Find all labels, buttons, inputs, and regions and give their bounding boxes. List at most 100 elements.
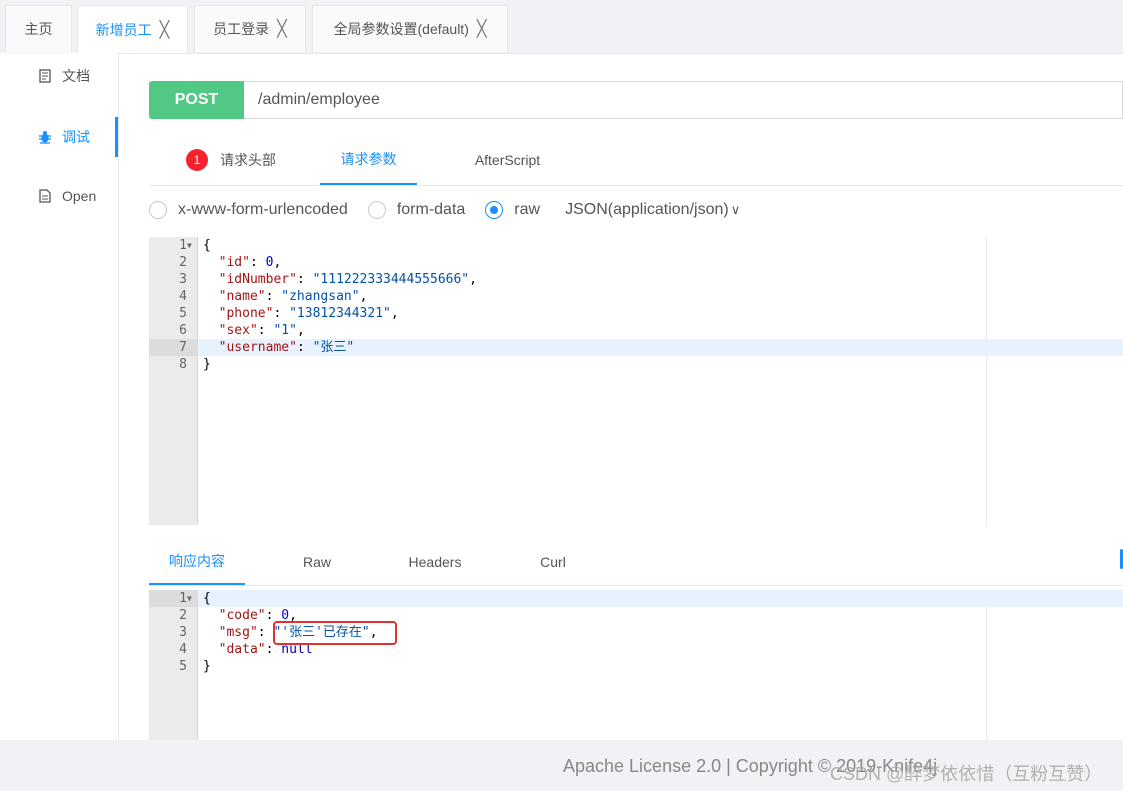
code-line: 6 "sex": "1", [149,322,1123,339]
code-line: 3 "idNumber": "111222333444555666", [149,271,1123,288]
line-number: 2 [179,608,187,623]
json-sep: : [265,289,282,304]
json-end: , [273,255,282,270]
json-end: , [359,289,368,304]
code-text: { [203,237,211,254]
request-tabs: 1 请求头部 请求参数 AfterScript [149,134,1123,186]
line-number: 5 [179,659,187,674]
radio-raw[interactable]: raw [485,201,540,219]
sidebar-item-open[interactable]: Open [0,176,118,216]
code-line: 5 "phone": "13812344321", [149,305,1123,322]
json-val: "111222333444555666" [312,272,470,287]
fold-arrow-icon[interactable]: ▼ [187,237,196,254]
line-number: 4 [179,289,187,304]
sidebar: 文档 调试 Open [0,53,119,740]
tab-bar: 主页 新增员工 ╳ 员工登录 ╳ 全局参数设置(default) ╳ [0,0,1123,54]
code-token: { [203,238,211,253]
code-text: } [203,658,211,675]
line-number: 6 [179,323,187,338]
code-line: 4 "name": "zhangsan", [149,288,1123,305]
tab-employee-login[interactable]: 员工登录 ╳ [194,5,306,52]
json-sep: : [249,255,266,270]
line-number: 8 [179,357,187,372]
request-body-editor[interactable]: 1 ▼{2 "id": 0, 3 "idNumber": "111222333444… [149,237,1123,525]
radio-circle-selected[interactable] [485,201,504,219]
code-text: } [203,356,211,373]
url-field[interactable]: /admin/employee [244,81,1123,119]
line-number: 3 [179,625,187,640]
code-text: "id": 0, [203,254,282,271]
json-sep: : [273,306,290,321]
json-val: "1" [273,323,297,338]
code-token: } [203,357,211,372]
sidebar-item-label: Open [62,188,97,204]
tab-label: AfterScript [474,151,541,168]
radio-label: form-data [396,201,466,218]
tab-request-headers[interactable]: 1 请求头部 [169,134,293,185]
content-type-select[interactable]: JSON(application/json) ∨ [565,201,740,219]
json-sep: : [257,625,274,640]
close-icon[interactable]: ╳ [477,19,487,39]
tab-label: 请求参数 [340,150,397,167]
radio-label: x-www-form-urlencoded [178,201,348,218]
code-text: "name": "zhangsan", [203,288,368,305]
json-key: "phone" [218,306,274,321]
tab-label: 全局参数设置(default) [333,21,469,37]
tab-label: 主页 [24,21,53,37]
tab-afterscript[interactable]: AfterScript [459,134,556,185]
document-icon [38,68,52,84]
tab-label: 响应内容 [169,552,225,569]
json-sep: : [296,340,313,355]
sidebar-item-docs[interactable]: 文档 [0,56,118,96]
highlight-annotation [273,621,397,645]
json-key: "code" [218,608,266,623]
close-icon[interactable]: ╳ [277,19,287,39]
tab-response-raw[interactable]: Raw [269,538,365,585]
json-key: "name" [218,289,266,304]
close-icon[interactable]: ╳ [160,20,170,40]
radio-form-data[interactable]: form-data [367,201,466,219]
radio-circle[interactable] [149,201,167,219]
code-line: 5} [149,658,1123,675]
sidebar-item-debug[interactable]: 调试 [0,117,118,157]
tab-response-content[interactable]: 响应内容 [149,538,245,585]
response-body-editor: 1 ▼{2 "code": 0, 3 "msg": "'张三'已存在", 4 "dat… [149,590,1123,740]
tab-label: Headers [408,553,462,570]
line-number: 4 [179,642,187,657]
code-token: } [203,659,211,674]
tab-global-params[interactable]: 全局参数设置(default) ╳ [312,5,508,52]
file-icon [38,188,52,204]
radio-urlencoded[interactable]: x-www-form-urlencoded [149,201,348,219]
json-key: "sex" [218,323,258,338]
tab-response-curl[interactable]: Curl [505,538,601,585]
code-line: 7 "username": "张三" [149,339,1123,356]
code-text: "phone": "13812344321", [203,305,399,322]
body-type-selector: x-www-form-urlencoded form-data raw JSON… [149,196,740,224]
code-text: "idNumber": "111222333444555666", [203,271,477,288]
line-number: 7 [149,339,198,356]
radio-circle[interactable] [367,201,386,219]
code-line: 2 "id": 0, [149,254,1123,271]
json-key: "username" [218,340,297,355]
code-line: 1 ▼{ [149,590,1123,607]
tab-add-employee[interactable]: 新增员工 ╳ [77,5,188,53]
code-text: { [203,590,211,607]
content-type-value: JSON(application/json) [565,201,729,218]
code-text: "username": "张三" [203,339,355,356]
code-line: 8} [149,356,1123,373]
code-text: "sex": "1", [203,322,305,339]
tab-response-headers[interactable]: Headers [387,538,483,585]
chevron-down-icon: ∨ [730,202,741,217]
tab-label: Curl [540,553,566,570]
sidebar-item-label: 调试 [62,129,90,145]
tab-home[interactable]: 主页 [5,5,72,52]
sidebar-item-label: 文档 [62,68,90,84]
tab-label: 新增员工 [95,21,152,38]
code-line: 1 ▼{ [149,237,1123,254]
json-sep: : [296,272,313,287]
fold-arrow-icon[interactable]: ▼ [187,590,196,607]
tab-request-params[interactable]: 请求参数 [320,134,417,185]
response-tabs: 响应内容 Raw Headers Curl [149,538,1123,586]
json-key: "idNumber" [218,272,297,287]
method-badge[interactable]: POST [149,81,244,119]
